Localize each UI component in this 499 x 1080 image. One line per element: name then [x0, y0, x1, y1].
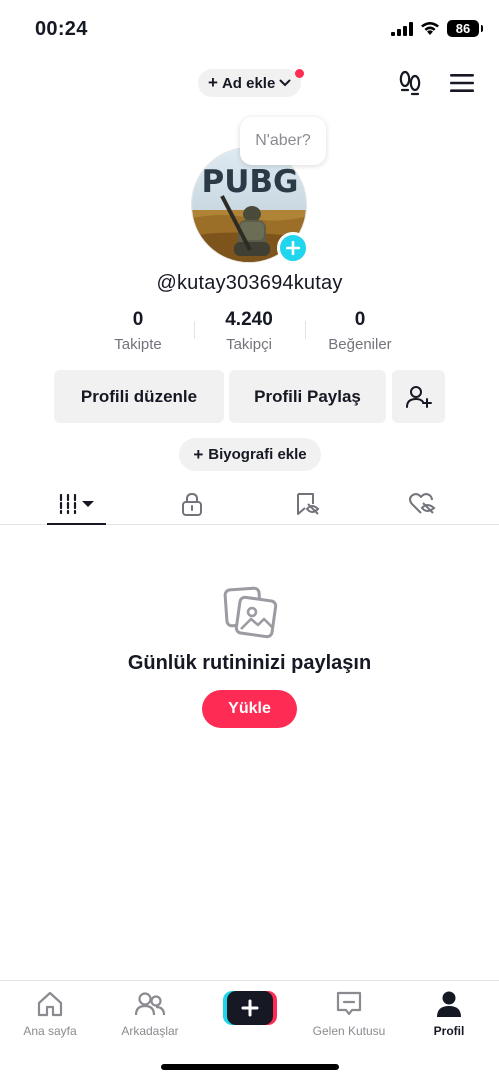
- home-indicator: [161, 1064, 339, 1070]
- footprint-icon[interactable]: [397, 70, 423, 96]
- profile-icon: [437, 991, 461, 1017]
- tab-saved[interactable]: [278, 483, 338, 525]
- username: @kutay303694kutay: [156, 272, 343, 294]
- menu-icon[interactable]: [450, 73, 474, 93]
- profile-stats: 0 Takipte 4.240 Takipçi 0 Beğeniler: [0, 309, 499, 357]
- plus-icon: +: [193, 444, 204, 464]
- tab-liked[interactable]: [392, 483, 452, 525]
- profile-actions: Profili düzenle Profili Paylaş: [0, 370, 499, 423]
- stat-value: 0: [354, 309, 366, 330]
- upload-button[interactable]: Yükle: [202, 690, 297, 728]
- stat-label: Takipte: [114, 336, 162, 353]
- add-person-icon: [405, 385, 432, 408]
- stat-followers[interactable]: 4.240 Takipçi: [194, 309, 304, 353]
- nav-label: Arkadaşlar: [121, 1024, 179, 1038]
- home-icon: [37, 991, 63, 1017]
- add-friend-button[interactable]: [392, 370, 445, 423]
- add-bio-button[interactable]: + Biyografi ekle: [179, 438, 321, 471]
- tab-videos[interactable]: [47, 483, 107, 525]
- share-profile-button[interactable]: Profili Paylaş: [229, 370, 386, 423]
- status-icons: 86: [391, 20, 483, 37]
- create-button[interactable]: [223, 991, 277, 1025]
- heart-eye-icon: [409, 493, 436, 514]
- nav-friends[interactable]: Arkadaşlar: [100, 989, 200, 1038]
- nav-inbox[interactable]: Gelen Kutusu: [299, 989, 399, 1038]
- stat-value: 0: [132, 309, 144, 330]
- top-nav: + Ad ekle: [0, 62, 499, 106]
- inbox-icon: [336, 991, 362, 1016]
- status-bar: 00:24 86: [0, 0, 499, 60]
- stat-likes[interactable]: 0 Beğeniler: [305, 309, 415, 353]
- nav-home[interactable]: Ana sayfa: [0, 989, 100, 1038]
- content-tabs: [0, 483, 499, 525]
- stat-label: Beğeniler: [328, 336, 392, 353]
- wifi-icon: [421, 22, 439, 35]
- nav-label: Ana sayfa: [23, 1024, 77, 1038]
- nav-label: Gelen Kutusu: [312, 1024, 386, 1038]
- stat-value: 4.240: [225, 309, 273, 330]
- battery-level: 86: [455, 21, 471, 36]
- nav-profile[interactable]: Profil: [399, 989, 499, 1038]
- note-bubble[interactable]: N'aber?: [240, 117, 326, 165]
- add-avatar-button[interactable]: [277, 232, 309, 264]
- create-icon: [223, 991, 277, 1025]
- bookmark-eye-icon: [297, 493, 320, 515]
- friends-icon: [135, 992, 165, 1016]
- stat-following[interactable]: 0 Takipte: [83, 309, 193, 353]
- tab-private[interactable]: [162, 483, 222, 525]
- plus-icon: +: [208, 73, 218, 92]
- avatar-text: PUBG: [202, 164, 299, 200]
- battery-indicator: 86: [447, 20, 483, 37]
- add-account-button[interactable]: + Ad ekle: [198, 69, 305, 97]
- plus-icon: [286, 241, 300, 255]
- stat-label: Takipçi: [226, 336, 272, 353]
- notification-dot: [295, 69, 305, 78]
- empty-state-title: Günlük rutininizi paylaşın: [127, 652, 372, 674]
- edit-profile-button[interactable]: Profili düzenle: [54, 370, 224, 423]
- add-account-label: Ad ekle: [221, 74, 276, 92]
- status-time: 00:24: [35, 18, 88, 40]
- note-bubble-text: N'aber?: [255, 132, 311, 149]
- nav-label: Profil: [433, 1024, 465, 1038]
- signal-icon: [391, 21, 413, 36]
- grid-icon: [59, 493, 94, 515]
- add-bio-label: Biyografi ekle: [208, 446, 307, 463]
- photo-stack-icon: [223, 586, 278, 639]
- tab-underline: [47, 523, 106, 525]
- chevron-down-icon: [279, 79, 291, 87]
- lock-icon: [182, 492, 202, 516]
